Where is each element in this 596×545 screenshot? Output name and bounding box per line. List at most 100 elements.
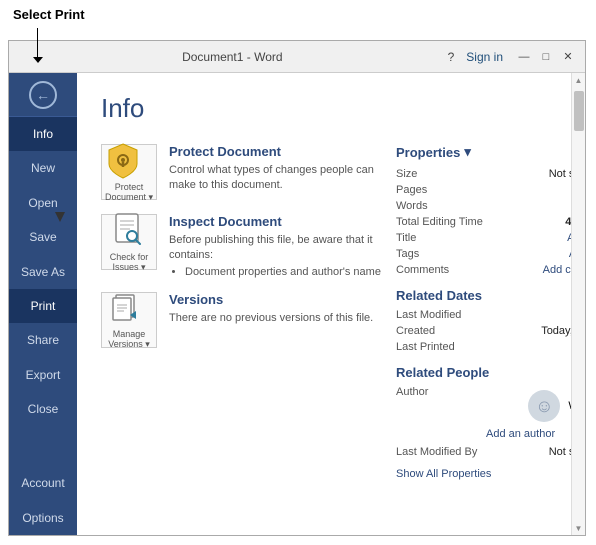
prop-label-pages: Pages bbox=[396, 184, 486, 196]
main-panel: Info bbox=[77, 73, 571, 535]
sidebar-item-info[interactable]: Info bbox=[9, 117, 77, 151]
sidebar-item-saveas[interactable]: Save As bbox=[9, 255, 77, 289]
related-dates-title: Related Dates bbox=[396, 288, 571, 303]
prop-label-last-modified: Last Modified bbox=[396, 309, 486, 321]
prop-value-title[interactable]: Add a title bbox=[567, 232, 571, 244]
prop-label-comments: Comments bbox=[396, 264, 486, 276]
show-all-properties-link[interactable]: Show All Properties bbox=[396, 468, 571, 480]
inspect-document-button[interactable]: Check forIssues ▾ bbox=[101, 214, 157, 270]
add-author-link[interactable]: Add an author bbox=[486, 428, 555, 440]
back-button[interactable]: ← bbox=[9, 73, 77, 117]
sidebar-item-account[interactable]: Account bbox=[9, 466, 77, 500]
titlebar-controls: ? Sign in — □ ✕ bbox=[448, 48, 577, 66]
prop-row-words: Words 0 bbox=[396, 200, 571, 212]
prop-value-editing-time: 4 Minutes bbox=[565, 216, 571, 228]
prop-value-comments[interactable]: Add comments bbox=[543, 264, 571, 276]
sidebar-bottom: Account Options bbox=[9, 466, 77, 535]
prop-label-title: Title bbox=[396, 232, 486, 244]
sidebar-item-export[interactable]: Export bbox=[9, 358, 77, 392]
sidebar-item-close[interactable]: Close bbox=[9, 392, 77, 426]
prop-row-author: Author ☺ Window... bbox=[396, 386, 571, 422]
inspect-icon: Check forIssues ▾ bbox=[110, 212, 149, 273]
inspect-action-text: Inspect Document Before publishing this … bbox=[169, 214, 381, 278]
prop-row-pages: Pages 1 bbox=[396, 184, 571, 196]
versions-card: ManageVersions ▾ Versions There are no p… bbox=[101, 292, 381, 348]
close-button[interactable]: ✕ bbox=[559, 48, 577, 66]
inspect-item: Document properties and author's name bbox=[185, 266, 381, 278]
signin-link[interactable]: Sign in bbox=[466, 50, 503, 64]
protect-icon-label: ProtectDocument ▾ bbox=[105, 183, 153, 203]
inspect-description: Before publishing this file, be aware th… bbox=[169, 233, 381, 264]
versions-action-text: Versions There are no previous versions … bbox=[169, 292, 373, 326]
versions-icon-label: ManageVersions ▾ bbox=[108, 330, 150, 350]
info-title: Info bbox=[101, 93, 547, 124]
prop-value-last-modified-by: Not saved yet bbox=[549, 446, 571, 458]
content-area: ← Info New Open Save Save As Print Share… bbox=[9, 73, 585, 535]
prop-row-last-printed: Last Printed bbox=[396, 341, 571, 353]
sidebar-item-new[interactable]: New bbox=[9, 151, 77, 185]
prop-row-title: Title Add a title bbox=[396, 232, 571, 244]
actions-section: ProtectDocument ▾ Protect Document Contr… bbox=[101, 144, 381, 348]
protect-icon: ProtectDocument ▾ bbox=[105, 142, 153, 203]
sidebar-item-print[interactable]: Print bbox=[9, 289, 77, 323]
sidebar-item-open[interactable]: Open bbox=[9, 186, 77, 220]
prop-row-last-modified: Last Modified bbox=[396, 309, 571, 321]
sidebar-item-share[interactable]: Share bbox=[9, 323, 77, 357]
scrollbar-thumb[interactable] bbox=[574, 91, 584, 131]
window-title: Document1 - Word bbox=[17, 50, 448, 64]
info-content: Info bbox=[77, 73, 571, 535]
prop-label-last-modified-by: Last Modified By bbox=[396, 446, 486, 458]
prop-row-last-modified-by: Last Modified By Not saved yet bbox=[396, 446, 571, 458]
inspect-icon-label: Check forIssues ▾ bbox=[110, 253, 149, 273]
tooltip-arrow bbox=[37, 28, 38, 58]
versions-icon: ManageVersions ▾ bbox=[108, 289, 150, 350]
prop-row-comments: Comments Add comments bbox=[396, 264, 571, 276]
protect-description: Control what types of changes people can… bbox=[169, 163, 381, 194]
scroll-up-button[interactable]: ▲ bbox=[572, 73, 586, 87]
protect-action-text: Protect Document Control what types of c… bbox=[169, 144, 381, 194]
prop-label-author: Author bbox=[396, 386, 486, 422]
prop-row-size: Size Not saved yet bbox=[396, 168, 571, 180]
back-arrow-icon: ← bbox=[29, 81, 57, 109]
inspect-items-list: Document properties and author's name bbox=[185, 266, 381, 278]
select-print-tooltip: Select Print bbox=[13, 7, 85, 22]
protect-document-card: ProtectDocument ▾ Protect Document Contr… bbox=[101, 144, 381, 200]
prop-row-editing-time: Total Editing Time 4 Minutes bbox=[396, 216, 571, 228]
properties-section: Properties ▾ Size Not saved yet Pages 1 … bbox=[396, 144, 571, 480]
related-people-title: Related People bbox=[396, 365, 571, 380]
versions-title: Versions bbox=[169, 292, 373, 307]
sidebar: ← Info New Open Save Save As Print Share… bbox=[9, 73, 77, 535]
prop-value-created: Today, 7:11 PM bbox=[541, 325, 571, 337]
manage-versions-button[interactable]: ManageVersions ▾ bbox=[101, 292, 157, 348]
prop-label-size: Size bbox=[396, 168, 486, 180]
protect-title: Protect Document bbox=[169, 144, 381, 159]
avatar: ☺ bbox=[528, 390, 560, 422]
inspect-title: Inspect Document bbox=[169, 214, 381, 229]
minimize-button[interactable]: — bbox=[515, 48, 533, 66]
prop-label-editing-time: Total Editing Time bbox=[396, 216, 486, 228]
prop-label-created: Created bbox=[396, 325, 486, 337]
titlebar: Document1 - Word ? Sign in — □ ✕ bbox=[9, 41, 585, 73]
properties-header: Properties ▾ bbox=[396, 144, 571, 160]
prop-row-created: Created Today, 7:11 PM bbox=[396, 325, 571, 337]
author-name: Window... bbox=[568, 400, 571, 412]
restore-button[interactable]: □ bbox=[537, 48, 555, 66]
scrollbar: ▲ ▼ bbox=[571, 73, 585, 535]
prop-row-tags: Tags Add a tag bbox=[396, 248, 571, 260]
person-icon: ☺ bbox=[535, 396, 553, 417]
sidebar-item-save[interactable]: Save bbox=[9, 220, 77, 254]
help-button[interactable]: ? bbox=[448, 50, 455, 64]
versions-description: There are no previous versions of this f… bbox=[169, 311, 373, 326]
sidebar-item-options[interactable]: Options bbox=[9, 501, 77, 535]
prop-value-size: Not saved yet bbox=[549, 168, 571, 180]
inspect-document-card: Check forIssues ▾ Inspect Document Befor… bbox=[101, 214, 381, 278]
word-window: Document1 - Word ? Sign in — □ ✕ ← Info … bbox=[8, 40, 586, 536]
prop-label-words: Words bbox=[396, 200, 486, 212]
scroll-down-button[interactable]: ▼ bbox=[572, 521, 586, 535]
prop-value-tags[interactable]: Add a tag bbox=[569, 248, 571, 260]
properties-dropdown-icon[interactable]: ▾ bbox=[464, 144, 471, 160]
protect-document-button[interactable]: ProtectDocument ▾ bbox=[101, 144, 157, 200]
author-info: ☺ Window... bbox=[528, 390, 571, 422]
prop-label-last-printed: Last Printed bbox=[396, 341, 486, 353]
prop-label-tags: Tags bbox=[396, 248, 486, 260]
